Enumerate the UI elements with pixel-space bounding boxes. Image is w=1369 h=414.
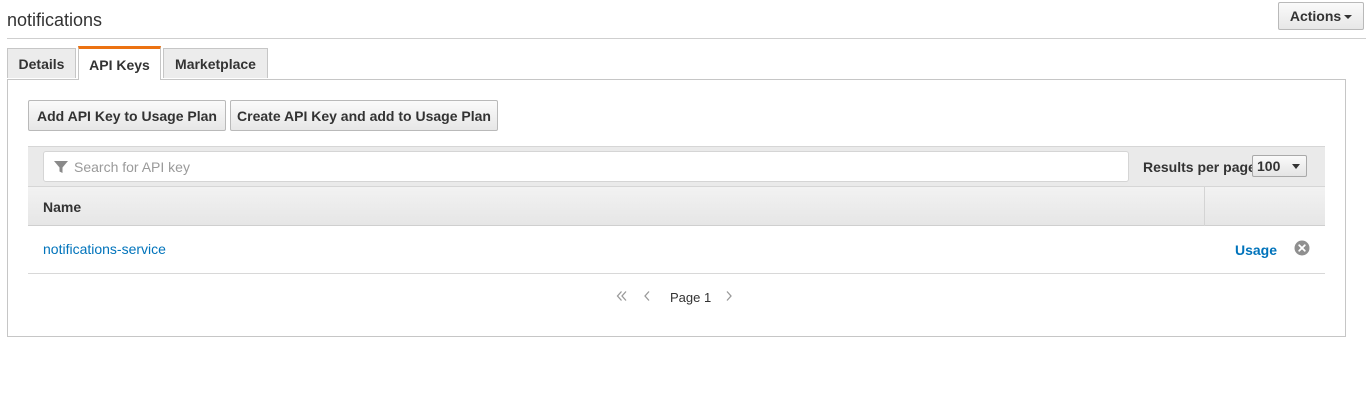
api-key-name-link[interactable]: notifications-service [43,241,166,257]
tab-label: API Keys [89,56,150,73]
results-per-page-value: 100 [1257,158,1281,174]
tab-label: Details [18,55,65,72]
actions-button[interactable]: Actions [1278,2,1364,30]
chevron-left-icon[interactable] [640,289,654,303]
table-row: notifications-service Usage [28,226,1325,274]
search-input[interactable] [74,152,1128,181]
tab-marketplace[interactable]: Marketplace [163,48,268,78]
double-chevron-left-icon[interactable] [615,289,629,303]
tab-api-keys[interactable]: API Keys [78,46,161,80]
column-header-name[interactable]: Name [43,199,81,215]
add-api-key-button-label: Add API Key to Usage Plan [37,107,217,124]
tab-details[interactable]: Details [7,48,76,78]
page-indicator: Page 1 [670,289,712,305]
results-per-page-select[interactable]: 100 [1252,155,1307,177]
actions-button-label: Actions [1289,8,1342,24]
filter-icon [53,159,69,175]
table-header: Name [28,186,1325,226]
table-toolbar: Results per page 100 [28,146,1325,187]
search-box[interactable] [43,151,1129,182]
remove-circle-icon[interactable] [1294,240,1310,256]
tab-label: Marketplace [175,55,256,72]
caret-down-icon [1344,15,1353,19]
results-per-page-label: Results per page [1143,159,1256,175]
usage-link[interactable]: Usage [1235,242,1277,258]
page-title: notifications [7,10,103,30]
chevron-right-icon[interactable] [722,289,736,303]
title-divider [7,38,1366,39]
column-divider [1204,187,1205,226]
add-api-key-button[interactable]: Add API Key to Usage Plan [28,100,226,131]
create-api-key-button[interactable]: Create API Key and add to Usage Plan [230,100,498,131]
caret-down-icon [1292,164,1300,169]
create-api-key-button-label: Create API Key and add to Usage Plan [237,107,491,124]
